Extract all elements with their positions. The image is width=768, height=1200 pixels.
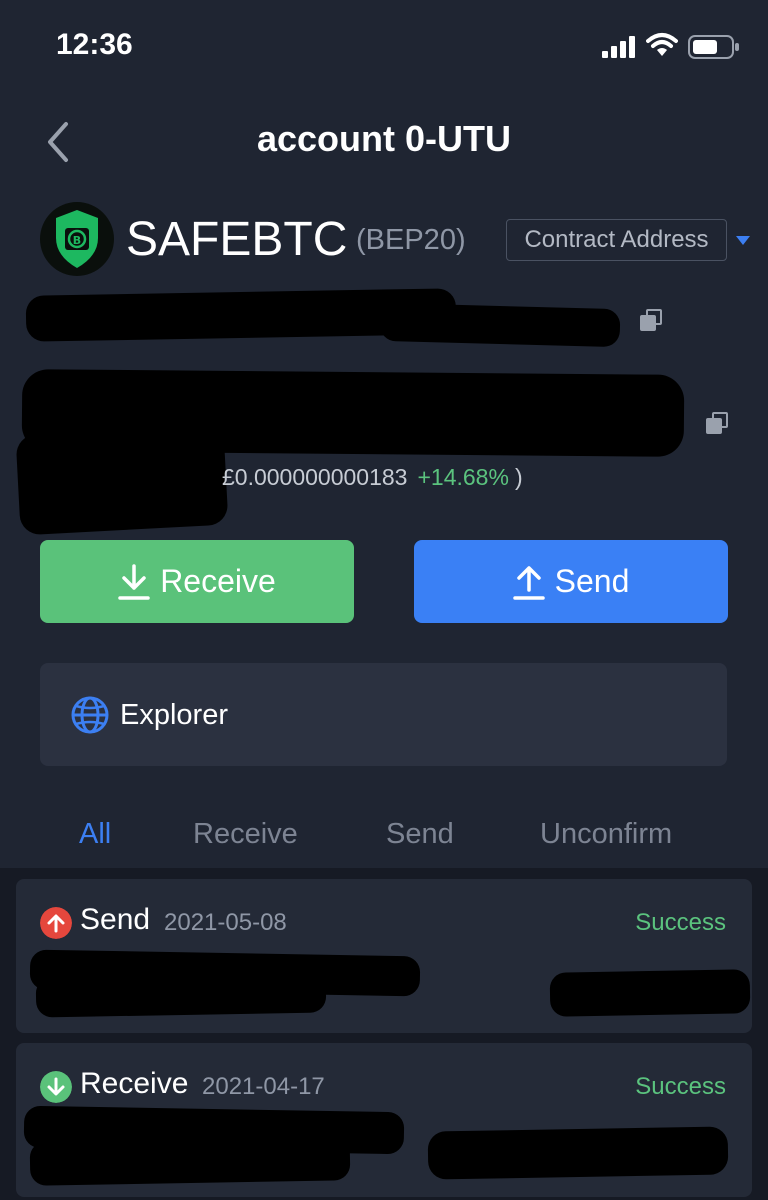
- receive-button[interactable]: Receive: [40, 540, 354, 623]
- redacted-address-overflow: [379, 302, 621, 348]
- send-button[interactable]: Send: [414, 540, 728, 623]
- receive-button-label: Receive: [160, 563, 276, 599]
- contract-address-button[interactable]: Contract Address: [506, 219, 727, 261]
- redacted-tx-hash-2: [29, 1136, 351, 1186]
- token-name: SAFEBTC: [126, 213, 348, 266]
- transaction-date: 2021-04-17: [202, 1073, 325, 1100]
- redacted-tx-hash-2: [35, 972, 327, 1018]
- copy-balance-icon[interactable]: [706, 412, 728, 434]
- token-detail-screen: 12:36 account 0-UTU B SAFEBTC (BEP20) Co…: [0, 0, 768, 1200]
- receive-arrow-down-icon: [40, 1071, 72, 1103]
- redacted-balance-left: [15, 424, 229, 536]
- token-logo: B: [40, 202, 114, 276]
- token-standard: (BEP20): [356, 224, 466, 256]
- transaction-type: Send: [80, 903, 151, 936]
- price-row: £0.000000000183 +14.68%): [222, 464, 523, 491]
- download-arrow-icon: [118, 563, 150, 600]
- price-close-paren: ): [514, 464, 523, 490]
- cellular-signal-icon: [602, 36, 636, 58]
- transaction-row[interactable]: Send 2021-05-08 Success: [16, 879, 752, 1033]
- contract-dropdown-caret-icon[interactable]: [736, 236, 750, 245]
- transaction-status: Success: [635, 1073, 726, 1100]
- fiat-price: £0.000000000183: [222, 464, 408, 490]
- price-change: +14.68%: [417, 464, 509, 490]
- transaction-date: 2021-05-08: [164, 909, 287, 936]
- globe-icon: [71, 696, 109, 734]
- transaction-type: Receive: [80, 1067, 189, 1100]
- transaction-status: Success: [635, 909, 726, 936]
- send-arrow-up-icon: [40, 907, 72, 939]
- bitcoin-shield-icon: B: [56, 210, 98, 268]
- transaction-row[interactable]: Receive 2021-04-17 Success: [16, 1043, 752, 1197]
- tab-receive[interactable]: Receive: [193, 818, 298, 851]
- svg-text:B: B: [73, 234, 81, 247]
- tab-all[interactable]: All: [79, 818, 111, 851]
- status-time: 12:36: [56, 28, 133, 61]
- wifi-icon: [646, 33, 678, 56]
- transaction-tabs: All Receive Send Unconfirm: [0, 818, 768, 868]
- send-button-label: Send: [554, 563, 630, 599]
- copy-address-icon[interactable]: [640, 309, 662, 331]
- upload-arrow-icon: [512, 565, 545, 600]
- status-bar: 12:36: [0, 0, 768, 90]
- tab-unconfirm[interactable]: Unconfirm: [540, 818, 672, 851]
- transaction-list: Send 2021-05-08 Success Receive 2021-04-…: [0, 868, 768, 1200]
- redacted-tx-amount: [427, 1126, 729, 1180]
- explorer-label: Explorer: [120, 699, 228, 731]
- redacted-tx-amount: [549, 969, 751, 1017]
- battery-icon: [688, 35, 739, 59]
- page-title: account 0-UTU: [256, 118, 512, 159]
- explorer-card[interactable]: Explorer: [40, 663, 727, 766]
- tab-send[interactable]: Send: [386, 818, 454, 851]
